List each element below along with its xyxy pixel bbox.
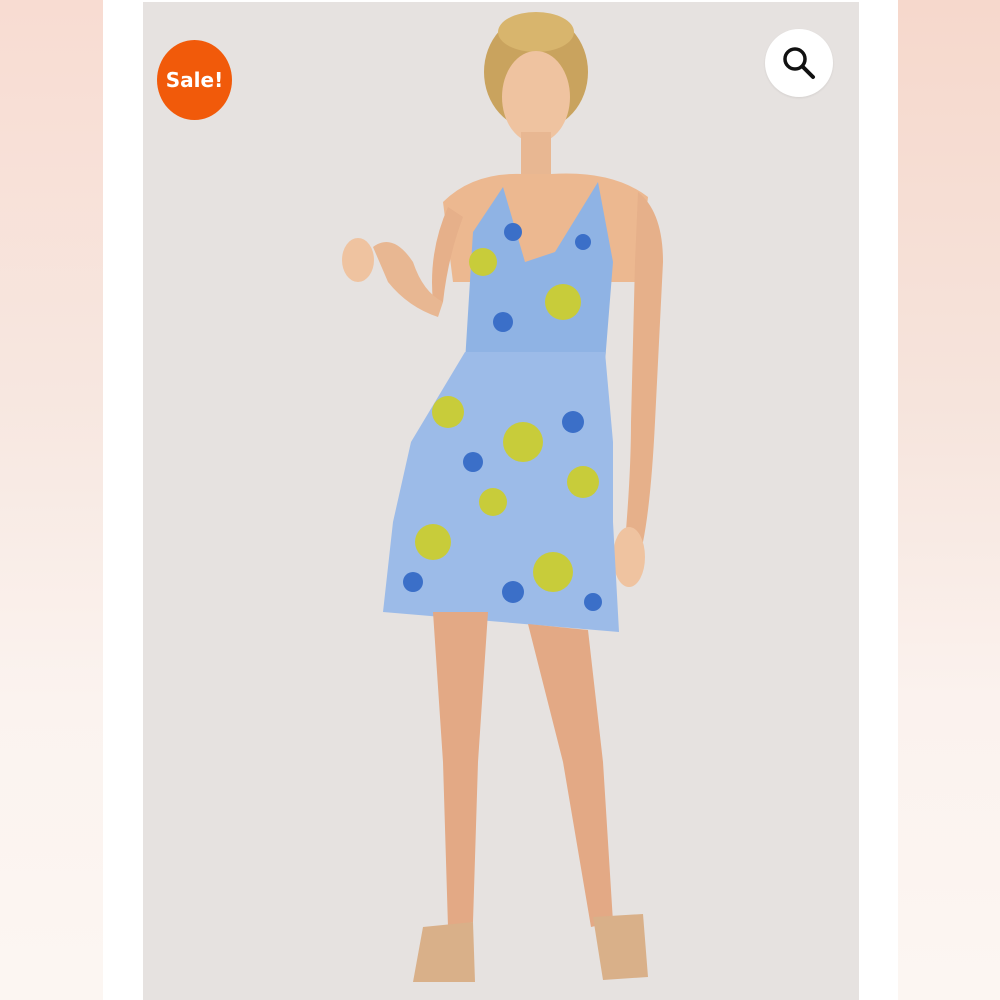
sale-badge-label: Sale!: [165, 68, 224, 92]
right-backdrop: [898, 0, 1000, 1000]
zoom-button[interactable]: [765, 29, 833, 97]
model-illustration: [342, 12, 663, 982]
product-image[interactable]: [143, 2, 859, 1000]
sale-badge: Sale!: [157, 40, 232, 120]
search-icon: [783, 47, 815, 79]
left-backdrop: [0, 0, 103, 1000]
